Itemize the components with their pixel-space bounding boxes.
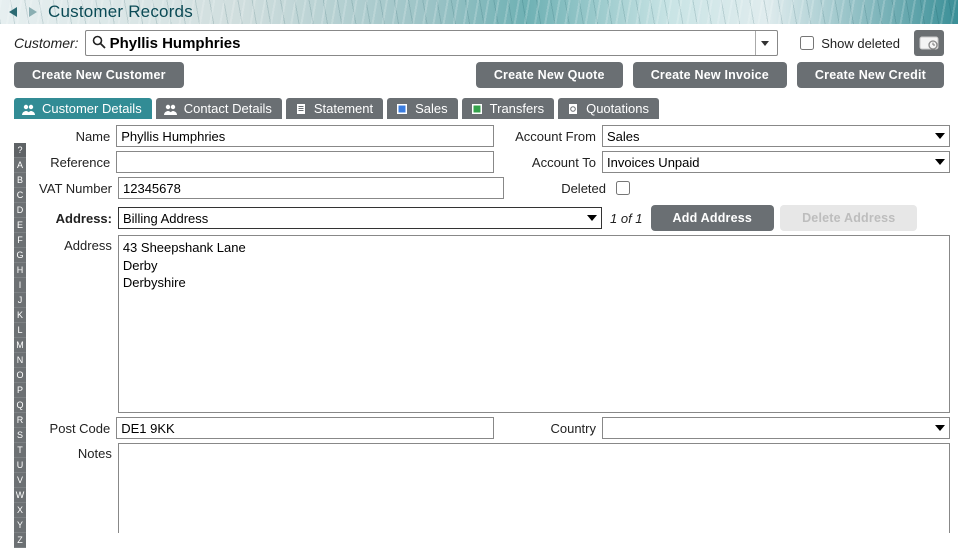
customer-details-form: Name Account From Sales Reference Accoun… — [0, 119, 958, 533]
tab-label: Transfers — [490, 101, 544, 116]
show-deleted-toggle[interactable]: Show deleted — [796, 33, 900, 53]
deleted-label: Deleted — [522, 181, 612, 196]
tab-customer-details[interactable]: Customer Details — [14, 98, 152, 119]
forward-arrow-icon[interactable] — [24, 3, 44, 21]
reference-label: Reference — [32, 155, 116, 170]
tab-label: Sales — [415, 101, 448, 116]
account-to-label: Account To — [512, 155, 602, 170]
country-select[interactable] — [602, 417, 950, 439]
account-from-label: Account From — [512, 129, 602, 144]
create-customer-button[interactable]: Create New Customer — [14, 62, 184, 88]
create-credit-button[interactable]: Create New Credit — [797, 62, 944, 88]
customer-search-wrap — [85, 30, 779, 56]
tab-label: Contact Details — [184, 101, 272, 116]
tab-statement[interactable]: Statement — [286, 98, 383, 119]
tab-contact-details[interactable]: Contact Details — [156, 98, 282, 119]
tab-quotations[interactable]: Quotations — [558, 98, 659, 119]
alpha-Z[interactable]: Z — [14, 533, 26, 548]
people-icon — [164, 102, 178, 116]
show-deleted-label: Show deleted — [821, 36, 900, 51]
account-from-select[interactable]: Sales — [602, 125, 950, 147]
country-label: Country — [512, 421, 602, 436]
quotations-icon — [566, 102, 580, 116]
deleted-checkbox[interactable] — [616, 181, 630, 195]
recent-button[interactable] — [914, 30, 944, 56]
postcode-label: Post Code — [32, 421, 116, 436]
address-count: 1 of 1 — [608, 211, 645, 226]
document-icon — [294, 102, 308, 116]
tabs: Customer Details Contact Details Stateme… — [0, 98, 958, 119]
name-label: Name — [32, 129, 116, 144]
add-address-button[interactable]: Add Address — [651, 205, 775, 231]
vat-label: VAT Number — [32, 181, 118, 196]
notes-textarea[interactable] — [118, 443, 950, 533]
tab-label: Statement — [314, 101, 373, 116]
create-quote-button[interactable]: Create New Quote — [476, 62, 623, 88]
search-icon — [90, 35, 108, 52]
people-icon — [22, 102, 36, 116]
vat-field[interactable] — [118, 177, 504, 199]
customer-label: Customer: — [14, 35, 79, 51]
tab-sales[interactable]: Sales — [387, 98, 458, 119]
create-invoice-button[interactable]: Create New Invoice — [633, 62, 787, 88]
customer-search-input[interactable] — [108, 35, 756, 52]
title-bar: Customer Records — [0, 0, 958, 24]
account-to-select[interactable]: Invoices Unpaid — [602, 151, 950, 173]
reference-field[interactable] — [116, 151, 494, 173]
page-title: Customer Records — [44, 2, 193, 22]
postcode-field[interactable] — [116, 417, 494, 439]
sales-icon — [395, 102, 409, 116]
address-picker-label: Address: — [32, 211, 118, 226]
tab-label: Quotations — [586, 101, 649, 116]
tab-transfers[interactable]: Transfers — [462, 98, 554, 119]
name-field[interactable] — [116, 125, 494, 147]
customer-search-row: Customer: Show deleted — [0, 24, 958, 62]
show-deleted-checkbox[interactable] — [800, 36, 814, 50]
action-bar: Create New Customer Create New Quote Cre… — [0, 62, 958, 98]
address-textarea[interactable] — [118, 235, 950, 413]
customer-search-dropdown[interactable] — [755, 31, 773, 55]
notes-label: Notes — [32, 443, 118, 461]
delete-address-button: Delete Address — [780, 205, 917, 231]
transfers-icon — [470, 102, 484, 116]
address-label: Address — [32, 235, 118, 253]
tab-label: Customer Details — [42, 101, 142, 116]
address-picker-select[interactable]: Billing Address — [118, 207, 602, 229]
back-arrow-icon[interactable] — [4, 3, 24, 21]
